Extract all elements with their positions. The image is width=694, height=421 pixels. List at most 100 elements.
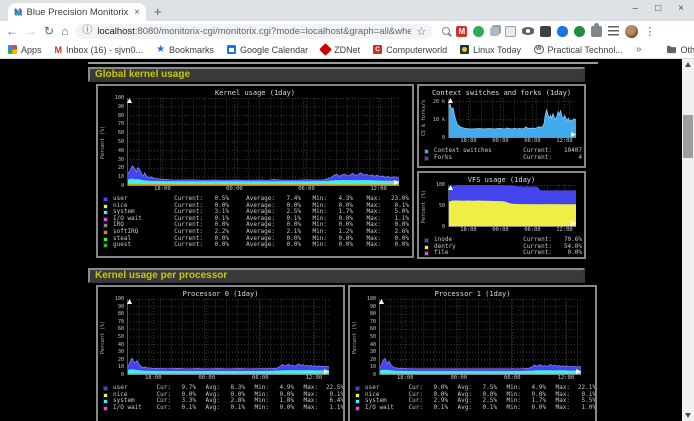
globe-extension-icon[interactable] — [473, 26, 484, 37]
copy-extension-icon[interactable] — [490, 27, 499, 36]
home-button[interactable]: ⌂ — [61, 25, 68, 37]
x-tick-label: 18:00 — [397, 375, 414, 381]
processor-0-chart[interactable]: Processor 0 (1day) Percent (%) 010203040… — [96, 285, 345, 421]
legend-stat-value: 0.0% — [269, 405, 294, 412]
kernel-usage-chart[interactable]: Kernel usage (1day) Percent (%) 01020304… — [96, 84, 414, 258]
x-tick-label: 06:00 — [504, 375, 521, 381]
legend-stat-value: 0.1% — [171, 405, 196, 412]
tab-close-icon[interactable]: × — [134, 7, 140, 18]
legend-swatch — [103, 386, 108, 391]
x-tick-label: 12:00 — [556, 138, 573, 144]
legend-swatch — [103, 210, 108, 215]
chrome-menu-icon[interactable]: ⋮ — [644, 25, 655, 38]
bookmark-inbox[interactable]: MInbox (16) - sjvn0... — [55, 45, 144, 55]
y-tick-label: 40 — [118, 342, 124, 348]
gmail-extension-icon[interactable]: M — [456, 26, 467, 37]
y-tick-label: 60 — [118, 326, 124, 332]
page-scrollbar[interactable] — [682, 59, 694, 421]
site-info-icon[interactable]: ⓘ — [82, 26, 92, 36]
bookmarks-overflow-icon[interactable]: » — [636, 44, 642, 55]
extension-row: M ⋮ — [442, 25, 655, 38]
legend-series-name: I/O wait — [365, 405, 399, 412]
legend-series-name: I/O wait — [113, 405, 147, 412]
legend-stat-label: Max: — [353, 242, 381, 249]
legend-swatch — [103, 399, 108, 404]
address-bar[interactable]: ⓘ localhost:8080/monitorix-cgi/monitorix… — [75, 24, 433, 39]
context-switches-chart[interactable]: Context switches and forks (1day) CS & f… — [417, 84, 586, 168]
window-close-button[interactable]: × — [678, 3, 684, 14]
legend-stat-value: 0.1% — [220, 405, 245, 412]
reload-button[interactable]: ↻ — [44, 25, 54, 37]
tab-monitorix[interactable]: M Blue Precision Monitorix × — [8, 3, 146, 21]
x-tick-label: 00:00 — [492, 138, 509, 144]
green-extension-icon[interactable] — [574, 26, 585, 37]
x-tick-label: 06:00 — [524, 227, 541, 233]
legend-swatch — [355, 393, 360, 398]
y-tick-label: 0 — [121, 372, 124, 378]
y-tick-label: 10 — [118, 364, 124, 370]
y-tick-label: 50 — [118, 139, 124, 145]
scrollbar-thumb[interactable] — [683, 115, 693, 158]
bookmark-apps[interactable]: Apps — [8, 45, 42, 55]
y-tick-label: 60 — [118, 130, 124, 136]
scrollbar-down-arrow[interactable] — [685, 413, 691, 418]
chart-area-svg — [379, 299, 581, 375]
forward-button[interactable]: → — [25, 25, 37, 37]
bookmark-google-calendar[interactable]: Google Calendar — [227, 45, 308, 55]
legend-stat-value: 0.0% — [327, 242, 353, 249]
legend-stat-value: 0.0% — [552, 250, 582, 257]
new-tab-button[interactable]: + — [154, 4, 162, 19]
bookmark-practical-technology[interactable]: WPractical Technol... — [534, 45, 623, 55]
page-top-rule — [88, 62, 598, 64]
legend-swatch — [424, 245, 429, 250]
bookmark-bookmarks[interactable]: ★Bookmarks — [156, 45, 214, 55]
extensions-puzzle-icon[interactable] — [591, 26, 602, 37]
star-icon: ★ — [156, 45, 165, 55]
legend-swatch — [103, 197, 108, 202]
legend-stat-value: 4 — [552, 155, 582, 162]
x-tick-label: 00:00 — [451, 375, 468, 381]
y-axis-ticks: 050100 — [430, 185, 448, 227]
maximize-button[interactable]: □ — [655, 3, 661, 14]
legend-stat-label: Min: — [497, 405, 521, 412]
vfs-usage-chart[interactable]: VFS usage (1day) Percent (%) 050100 18:0… — [417, 171, 586, 259]
chart-plot-area — [448, 98, 576, 138]
back-button[interactable]: ← — [6, 25, 18, 37]
blue-extension-icon[interactable] — [557, 26, 568, 37]
bookmark-linux-today[interactable]: Linux Today — [460, 45, 521, 55]
eye-extension-icon[interactable] — [522, 27, 534, 35]
y-tick-label: 20 k — [433, 99, 445, 105]
y-axis-ticks: 0102030405060708090100 — [109, 98, 127, 186]
processor-1-chart[interactable]: Processor 1 (1day) Percent (%) 010203040… — [348, 285, 597, 421]
dark-extension-icon[interactable] — [540, 26, 551, 37]
bookmark-zdnet[interactable]: ZDNet — [321, 45, 360, 55]
y-axis-ticks: 0102030405060708090100 — [109, 299, 127, 375]
y-tick-label: 20 — [118, 357, 124, 363]
x-axis-ticks: 18:0000:0006:0012:00 — [448, 138, 576, 146]
legend-stat-value: 0.1% — [472, 405, 497, 412]
search-extension-icon[interactable] — [442, 27, 450, 35]
legend-swatch — [424, 156, 429, 161]
folder-icon — [667, 45, 676, 54]
x-tick-label: 12:00 — [306, 375, 323, 381]
chart-area-svg — [448, 98, 576, 138]
chart-legend: Context switchesCurrent:10407ForksCurren… — [424, 148, 582, 161]
x-axis-ticks: 18:0000:0006:0012:00 — [448, 227, 576, 235]
other-bookmarks-button[interactable]: Other bookmarks — [667, 45, 694, 55]
chart-area-svg — [127, 299, 329, 375]
y-tick-label: 30 — [118, 157, 124, 163]
bookmark-computerworld[interactable]: CComputerworld — [373, 45, 447, 55]
y-tick-label: 100 — [115, 296, 124, 302]
bookmark-star-icon[interactable]: ☆ — [416, 25, 426, 38]
legend-swatch — [424, 149, 429, 154]
reading-list-icon[interactable] — [608, 26, 619, 36]
legend-swatch — [103, 204, 108, 209]
chart-title: Processor 0 (1day) — [100, 289, 341, 299]
legend-stat-value: 1.0% — [570, 405, 596, 412]
profile-avatar[interactable] — [625, 25, 638, 38]
gray-extension-icon[interactable] — [505, 26, 516, 37]
legend-series-name: file — [434, 250, 506, 257]
legend-swatch — [103, 217, 108, 222]
scrollbar-up-arrow[interactable] — [685, 62, 691, 67]
minimize-button[interactable]: – — [633, 3, 639, 14]
